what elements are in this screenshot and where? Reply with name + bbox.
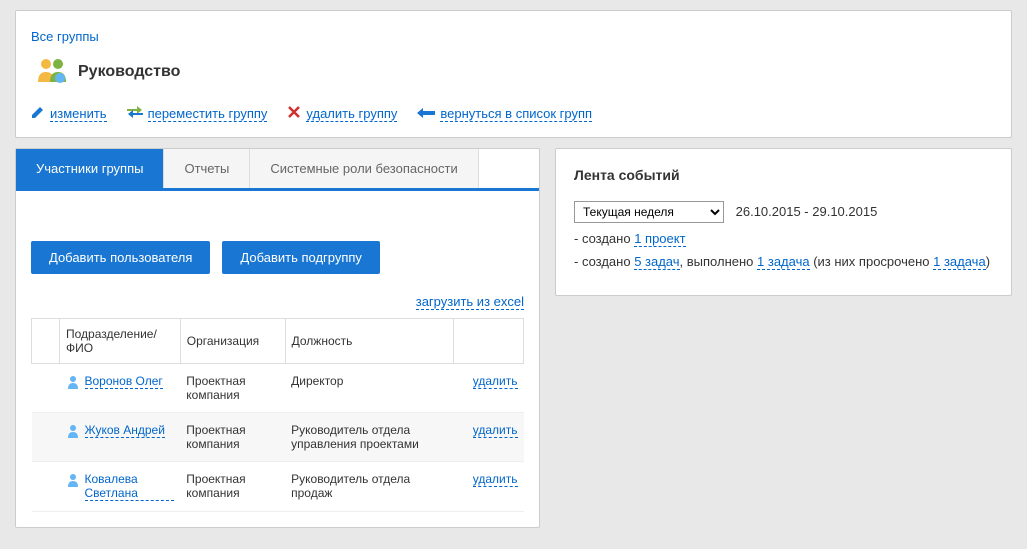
table-row: Ковалева СветланаПроектная компанияРуков… — [32, 462, 524, 512]
user-icon — [66, 472, 80, 490]
tasks-done-link[interactable]: 1 задача — [757, 254, 810, 270]
tasks-overdue-link[interactable]: 1 задача — [933, 254, 986, 270]
people-group-icon — [36, 56, 68, 87]
add-user-button[interactable]: Добавить пользователя — [31, 241, 210, 274]
members-table: Подразделение/ФИО Организация Должность … — [31, 318, 524, 512]
tasks-created-link[interactable]: 5 задач — [634, 254, 679, 270]
tab-security-roles[interactable]: Системные роли безопасности — [250, 149, 478, 188]
th-name: Подразделение/ФИО — [60, 319, 181, 364]
table-row: Жуков Андрей Проектная компанияРуководите… — [32, 413, 524, 462]
user-name-link[interactable]: Ковалева Светлана — [85, 472, 175, 501]
move-arrows-icon — [127, 105, 143, 122]
role-cell: Директор — [285, 364, 453, 413]
date-range-label: 26.10.2015 - 29.10.2015 — [736, 204, 878, 219]
th-org: Организация — [180, 319, 285, 364]
th-actions — [454, 319, 524, 364]
period-select[interactable]: Текущая неделя — [574, 201, 724, 223]
role-cell: Руководитель отдела продаж — [285, 462, 453, 512]
user-icon — [66, 423, 80, 441]
projects-created-link[interactable]: 1 проект — [634, 231, 685, 247]
load-from-excel-link[interactable]: загрузить из excel — [416, 294, 524, 310]
user-name-link[interactable]: Воронов Олег — [85, 374, 163, 389]
th-expand — [32, 319, 60, 364]
back-arrow-icon — [417, 106, 435, 121]
delete-user-link[interactable]: удалить — [473, 472, 518, 487]
org-cell: Проектная компания — [180, 364, 285, 413]
org-cell: Проектная компания — [180, 413, 285, 462]
feed-title: Лента событий — [574, 167, 993, 183]
delete-user-link[interactable]: удалить — [473, 374, 518, 389]
table-row: Воронов Олег Проектная компанияДиректор уд… — [32, 364, 524, 413]
org-cell: Проектная компания — [180, 462, 285, 512]
events-feed-panel: Лента событий Текущая неделя 26.10.2015 … — [555, 148, 1012, 296]
members-panel: Участники группы Отчеты Системные роли б… — [15, 148, 540, 528]
user-name-link[interactable]: Жуков Андрей — [85, 423, 165, 438]
delete-group-action[interactable]: удалить группу — [287, 105, 397, 122]
tab-members[interactable]: Участники группы — [16, 149, 164, 188]
th-role: Должность — [285, 319, 453, 364]
feed-line-projects: - создано 1 проект — [574, 231, 993, 246]
breadcrumb-all-groups[interactable]: Все группы — [31, 29, 99, 44]
move-group-action[interactable]: переместить группу — [127, 105, 268, 122]
edit-group-action[interactable]: изменить — [31, 105, 107, 122]
user-icon — [66, 374, 80, 392]
header-card: Все группы Руководство изменить перемест… — [15, 10, 1012, 138]
feed-line-tasks: - создано 5 задач, выполнено 1 задача (и… — [574, 254, 993, 269]
tabs-bar: Участники группы Отчеты Системные роли б… — [16, 149, 539, 191]
add-subgroup-button[interactable]: Добавить подгруппу — [222, 241, 380, 274]
tab-reports[interactable]: Отчеты — [164, 149, 250, 188]
delete-user-link[interactable]: удалить — [473, 423, 518, 438]
group-title: Руководство — [78, 63, 180, 81]
pencil-icon — [31, 105, 45, 122]
delete-x-icon — [287, 105, 301, 122]
back-to-list-action[interactable]: вернуться в список групп — [417, 106, 592, 122]
role-cell: Руководитель отдела управления проектами — [285, 413, 453, 462]
